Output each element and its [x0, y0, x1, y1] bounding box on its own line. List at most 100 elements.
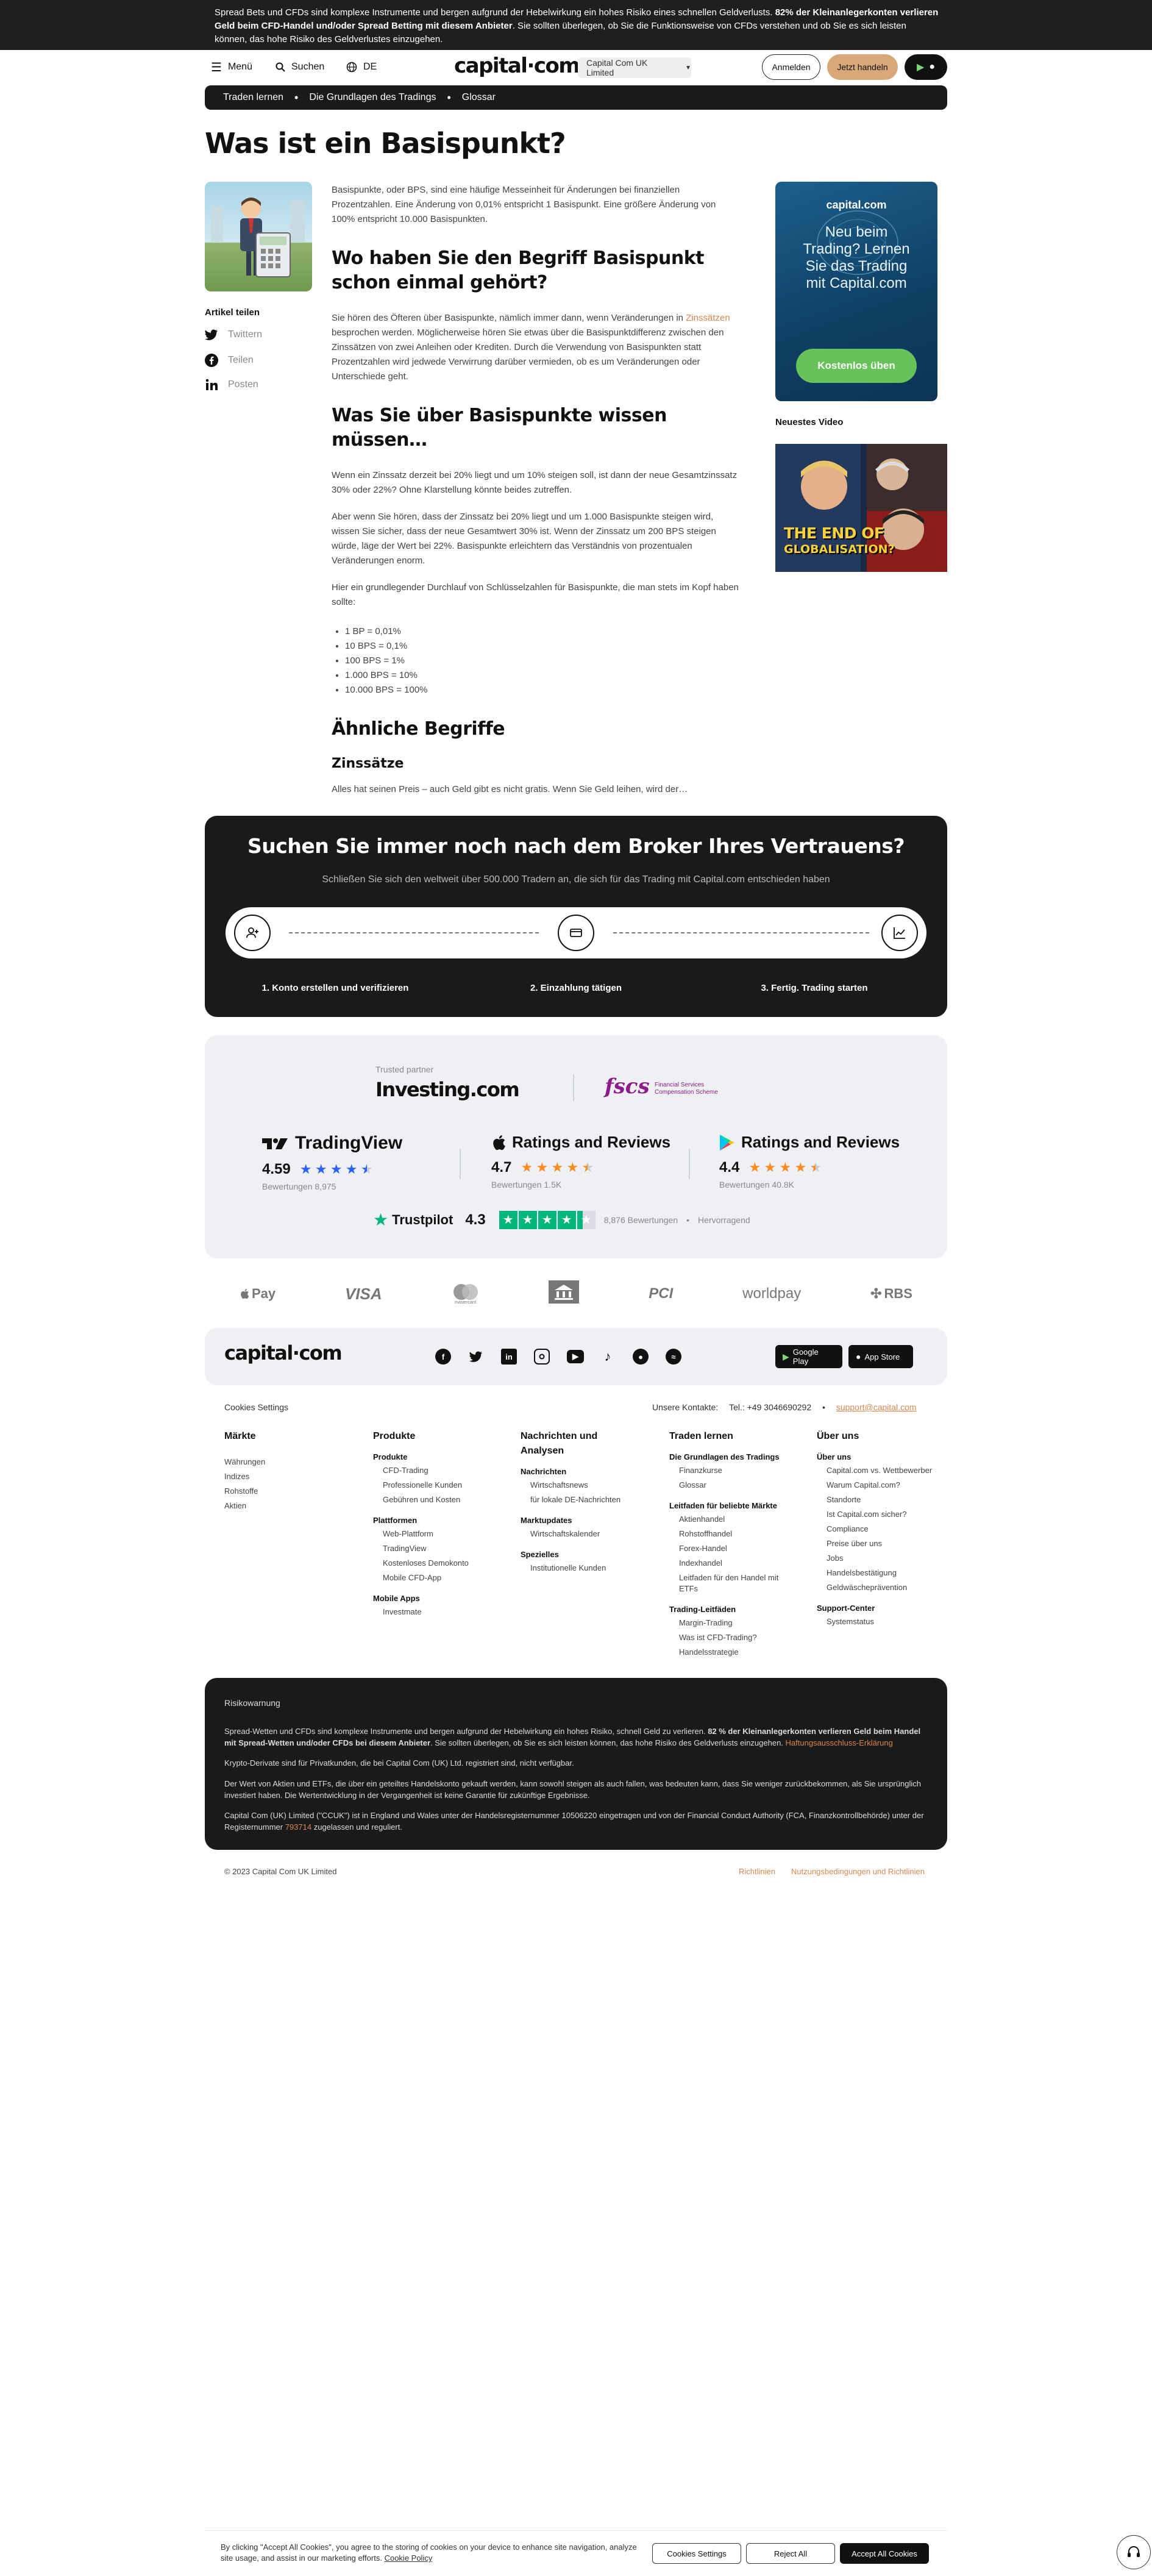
footer-link[interactable]: Was ist CFD-Trading?	[669, 1630, 791, 1645]
video-caption-2: GLOBALISATION?	[784, 543, 895, 556]
menu-button[interactable]: ☰ Menü	[211, 50, 252, 84]
facebook-icon[interactable]: f	[435, 1349, 451, 1365]
footer-link[interactable]: Indizes	[224, 1469, 346, 1484]
share-title: Artikel teilen	[205, 307, 260, 318]
footer-link[interactable]: Professionelle Kunden	[373, 1478, 501, 1493]
risk-footer-p3: Der Wert von Aktien und ETFs, die über e…	[224, 1779, 921, 1800]
footer-link[interactable]: Warum Capital.com?	[817, 1478, 933, 1493]
trustpilot-rating[interactable]: ★ Trustpilot 4.3 ★ ★ ★ ★ ★ 8,876 Bewertu…	[373, 1210, 750, 1230]
latest-video-thumbnail[interactable]: THE END OF GLOBALISATION?	[775, 444, 947, 572]
cookie-text: By clicking "Accept All Cookies", you ag…	[221, 2542, 637, 2563]
footer-link[interactable]: Wirtschaftsnews	[521, 1478, 642, 1493]
footer-link[interactable]: Geldwäscheprävention	[817, 1580, 933, 1595]
rating-tradingview[interactable]: TradingView 4.59 ★ ★ ★ ★ ★ Bewertungen 8,975	[262, 1133, 402, 1191]
footer-link[interactable]: Indexhandel	[669, 1556, 791, 1571]
twitter-icon[interactable]	[468, 1349, 484, 1365]
practice-free-button[interactable]: Kostenlos üben	[796, 349, 917, 383]
risk-footer-title: Risikowarnung	[224, 1698, 280, 1708]
footer-link[interactable]: Forex-Handel	[669, 1541, 791, 1556]
footer-cookies-settings[interactable]: Cookies Settings	[224, 1402, 288, 1412]
disclaimer-link[interactable]: Haftungsausschluss-Erklärung	[786, 1738, 893, 1747]
heading-know: Was Sie über Basispunkte wissen müssen…	[332, 405, 667, 451]
footer-link[interactable]: Glossar	[669, 1478, 791, 1493]
breadcrumb-item-basics[interactable]: Die Grundlagen des Tradings	[309, 92, 436, 103]
footer-link[interactable]: TradingView	[373, 1541, 501, 1556]
footer-link[interactable]: Mobile CFD-App	[373, 1571, 501, 1585]
footer-link[interactable]: Wirtschaftskalender	[521, 1527, 642, 1541]
search-button[interactable]: Suchen	[276, 50, 324, 84]
promo-card: capital.com Neu beim Trading? Lernen Sie…	[775, 182, 937, 401]
app-download-button[interactable]: ▶ ●	[905, 54, 947, 80]
share-linkedin[interactable]: Posten	[205, 378, 258, 391]
capital-com-logo[interactable]: capital·com	[454, 54, 580, 78]
policies-link[interactable]: Richtlinien	[739, 1867, 775, 1876]
breadcrumb-item-glossary[interactable]: Glossar	[462, 92, 496, 103]
fca-register-link[interactable]: 793714	[285, 1822, 311, 1832]
footer-link[interactable]: Kostenloses Demokonto	[373, 1556, 501, 1571]
footer-link[interactable]: Handelsbestätigung	[817, 1566, 933, 1580]
footer-link[interactable]: Finanzkurse	[669, 1463, 791, 1478]
footer-link[interactable]: für lokale DE-Nachrichten	[521, 1493, 642, 1507]
breadcrumb-item-learn[interactable]: Traden lernen	[223, 92, 283, 103]
related-term-title[interactable]: Zinssätze	[332, 756, 740, 771]
tradingview-icon	[262, 1138, 288, 1149]
interest-rates-link[interactable]: Zinssätzen	[686, 313, 730, 323]
footer-link[interactable]: Systemstatus	[817, 1614, 933, 1629]
rating-app-store[interactable]: Ratings and Reviews 4.7 ★ ★ ★ ★ ★ Bewertungen…	[491, 1133, 670, 1190]
reddit-icon[interactable]: ●	[633, 1349, 649, 1365]
cookie-policy-link[interactable]: Cookie Policy	[385, 2553, 433, 2563]
terms-link[interactable]: Nutzungsbedingungen und Richtlinien	[791, 1867, 925, 1876]
footer-link[interactable]: Handelsstrategie	[669, 1645, 791, 1660]
footer-link[interactable]: Margin-Trading	[669, 1616, 791, 1630]
footer-link[interactable]: Standorte	[817, 1493, 933, 1507]
footer-link[interactable]: Aktienhandel	[669, 1512, 791, 1527]
footer-link[interactable]: Ist Capital.com sicher?	[817, 1507, 933, 1522]
heading-similar: Ähnliche Begriffe	[332, 718, 505, 740]
entity-selector[interactable]: Capital Com UK Limited ▼	[578, 57, 691, 78]
footer-link[interactable]: Investmate	[373, 1605, 501, 1619]
rss-icon[interactable]: ≈	[666, 1349, 681, 1365]
google-play-icon: ▶	[783, 1351, 789, 1361]
support-chat-button[interactable]	[1117, 2535, 1151, 2569]
trustpilot-star-icon: ★	[373, 1210, 389, 1229]
investing-logo[interactable]: Investing.com	[375, 1078, 520, 1101]
rating-star-icon: ★	[779, 1160, 792, 1175]
language-selector[interactable]: DE	[346, 50, 377, 84]
footer-link[interactable]: Jobs	[817, 1551, 933, 1566]
app-store-badge[interactable]: ● App Store	[848, 1345, 913, 1368]
footer-link[interactable]: Institutionelle Kunden	[521, 1561, 642, 1575]
share-facebook[interactable]: Teilen	[205, 354, 254, 367]
footer-link[interactable]: Rohstoffhandel	[669, 1527, 791, 1541]
reject-all-button[interactable]: Reject All	[746, 2543, 835, 2564]
phone-link[interactable]: Tel.: +49 3046690292	[729, 1402, 811, 1412]
rating-google-play[interactable]: Ratings and Reviews 4.4 ★ ★ ★ ★ ★ Bewertungen…	[719, 1133, 900, 1190]
footer-link[interactable]: Capital.com vs. Wettbewerber	[817, 1463, 933, 1478]
youtube-icon[interactable]: ▶	[567, 1350, 584, 1363]
trade-now-button[interactable]: Jetzt handeln	[827, 54, 898, 80]
footer-link[interactable]: CFD-Trading	[373, 1463, 501, 1478]
footer-link[interactable]: Compliance	[817, 1522, 933, 1536]
footer-link[interactable]: Preise über uns	[817, 1536, 933, 1551]
footer-link[interactable]: Leitfaden für den Handel mit ETFs	[669, 1571, 791, 1596]
login-button[interactable]: Anmelden	[762, 54, 820, 80]
tiktok-icon[interactable]: ♪	[600, 1349, 616, 1365]
rating-star-icon: ★	[764, 1160, 777, 1175]
rating-star-icon: ★	[794, 1160, 807, 1175]
email-link[interactable]: support@capital.com	[836, 1402, 917, 1412]
accept-all-button[interactable]: Accept All Cookies	[840, 2543, 929, 2564]
google-play-badge[interactable]: ▶ Google Play	[775, 1345, 842, 1368]
linkedin-icon[interactable]: in	[501, 1349, 517, 1365]
fscs-logo[interactable]: fscs	[605, 1074, 650, 1099]
footer-link[interactable]: Rohstoffe	[224, 1484, 346, 1499]
footer-link[interactable]: Web-Plattform	[373, 1527, 501, 1541]
video-caption-1: THE END OF	[784, 524, 884, 542]
share-twitter[interactable]: Twittern	[205, 329, 262, 340]
footer-link[interactable]: Aktien	[224, 1499, 346, 1513]
fscs-text: Financial Services Compensation Scheme	[655, 1082, 718, 1096]
footer-logo[interactable]: capital·com	[224, 1341, 343, 1365]
hamburger-icon: ☰	[211, 60, 222, 74]
footer-link[interactable]: Währungen	[224, 1455, 346, 1469]
footer-link[interactable]: Gebühren und Kosten	[373, 1493, 501, 1507]
cookie-settings-button[interactable]: Cookies Settings	[652, 2543, 741, 2564]
instagram-icon[interactable]	[534, 1349, 550, 1365]
